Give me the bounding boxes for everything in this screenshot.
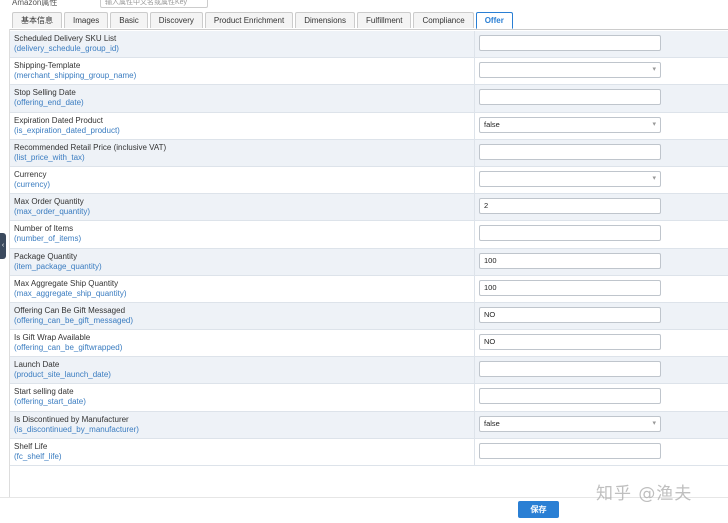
- attribute-name: Shelf Life: [14, 441, 48, 451]
- tab-fulfillment[interactable]: Fulfillment: [356, 12, 412, 28]
- tab-discovery[interactable]: Discovery: [149, 12, 203, 28]
- attribute-key: (offering_can_be_giftwrapped): [14, 343, 123, 353]
- attribute-name: Is Discontinued by Manufacturer: [14, 414, 129, 424]
- attribute-key: (offering_start_date): [14, 397, 86, 407]
- attribute-select[interactable]: false: [479, 415, 661, 432]
- attribute-input[interactable]: NO: [479, 306, 661, 323]
- column-divider: [474, 139, 475, 166]
- save-button[interactable]: 保存: [518, 501, 559, 518]
- attribute-name: Scheduled Delivery SKU List: [14, 34, 117, 43]
- attribute-name: Max Aggregate Ship Quantity: [14, 278, 119, 288]
- attribute-input[interactable]: NO: [479, 334, 661, 351]
- attribute-row: Launch Date (product_site_launch_date): [10, 357, 728, 385]
- attribute-key: (offering_end_date): [14, 98, 84, 108]
- attribute-input[interactable]: [479, 442, 661, 459]
- tab-basic-info[interactable]: 基本信息: [12, 12, 62, 28]
- attribute-row: Start selling date (offering_start_date): [10, 384, 728, 412]
- attribute-input[interactable]: [479, 89, 661, 106]
- attribute-key: (currency): [14, 179, 51, 189]
- attribute-row: Package Quantity (item_package_quantity) 1…: [10, 248, 728, 276]
- attribute-name: Expiration Dated Product: [14, 115, 103, 125]
- column-divider: [474, 85, 475, 112]
- attribute-row: Stop Selling Date (offering_end_date): [10, 85, 728, 113]
- tab-compliance[interactable]: Compliance: [413, 12, 474, 28]
- attribute-key: (offering_can_be_gift_messaged): [14, 315, 134, 325]
- column-divider: [474, 302, 475, 330]
- attribute-table: Scheduled Delivery SKU List (delivery_sch…: [10, 31, 728, 466]
- attribute-search-input[interactable]: 输入属性中文名或属性Key: [100, 0, 208, 8]
- attribute-key: (list_price_with_tax): [14, 152, 85, 162]
- attribute-name: Is Gift Wrap Available: [14, 333, 91, 343]
- tab-product-enrichment[interactable]: Product Enrichment: [204, 12, 294, 28]
- attribute-header: Amazon属性 输入属性中文名或属性Key: [0, 0, 728, 11]
- tab-bar: 基本信息 Images Basic Discovery Product Enrichme…: [12, 12, 513, 29]
- attribute-input[interactable]: 100: [479, 279, 661, 296]
- attribute-name: Shipping-Template: [14, 61, 81, 71]
- attribute-input[interactable]: [479, 143, 661, 160]
- attribute-name: Currency: [14, 169, 47, 179]
- attribute-input[interactable]: 2: [479, 198, 661, 215]
- attribute-row: Number of Items (number_of_items): [10, 221, 728, 249]
- attribute-key: (max_aggregate_ship_quantity): [14, 288, 127, 298]
- attribute-row: Shipping-Template (merchant_shipping_grou…: [10, 58, 728, 86]
- column-divider: [474, 248, 475, 275]
- attribute-input[interactable]: [479, 388, 661, 405]
- attribute-row: Max Aggregate Ship Quantity (max_aggregat…: [10, 275, 728, 303]
- attribute-select[interactable]: false: [479, 116, 661, 133]
- column-divider: [474, 31, 475, 58]
- attribute-row: Is Gift Wrap Available (offering_can_be_g…: [10, 330, 728, 358]
- attribute-key: (is_discontinued_by_manufacturer): [14, 424, 139, 434]
- attribute-name: Offering Can Be Gift Messaged: [14, 305, 126, 315]
- column-divider: [474, 58, 475, 85]
- tab-basic[interactable]: Basic: [110, 12, 148, 28]
- attribute-row: Currency (currency): [10, 166, 728, 195]
- attribute-key: (delivery_schedule_group_id): [14, 44, 119, 53]
- attribute-key: (item_package_quantity): [14, 261, 102, 271]
- attribute-label: Amazon属性: [12, 0, 58, 7]
- column-divider: [474, 194, 475, 221]
- tab-images[interactable]: Images: [64, 12, 109, 28]
- attribute-name: Number of Items: [14, 224, 74, 234]
- column-divider: [474, 384, 475, 411]
- watermark: 知乎 @渔夫: [596, 484, 693, 504]
- attribute-row: Shelf Life (fc_shelf_life): [10, 438, 728, 466]
- collapse-handle-icon[interactable]: ‹: [0, 233, 6, 259]
- attribute-key: (merchant_shipping_group_name): [14, 71, 137, 81]
- attribute-name: Recommended Retail Price (inclusive VAT): [14, 142, 167, 152]
- attribute-row: Recommended Retail Price (inclusive VAT)…: [10, 139, 728, 167]
- attribute-input[interactable]: 100: [479, 252, 661, 269]
- attribute-input[interactable]: [479, 361, 661, 378]
- attribute-name: Start selling date: [14, 387, 74, 397]
- attribute-row: Offering Can Be Gift Messaged (offering_c…: [10, 302, 728, 331]
- column-divider: [474, 166, 475, 194]
- attribute-input[interactable]: [479, 225, 661, 242]
- attribute-input[interactable]: [479, 35, 661, 51]
- column-divider: [474, 411, 475, 438]
- column-divider: [474, 357, 475, 384]
- column-divider: [474, 438, 475, 465]
- column-divider: [474, 330, 475, 357]
- attribute-select[interactable]: [479, 170, 661, 187]
- attribute-key: (number_of_items): [14, 234, 82, 244]
- attribute-key: (fc_shelf_life): [14, 451, 62, 461]
- attribute-key: (max_order_quantity): [14, 207, 91, 217]
- column-divider: [474, 221, 475, 248]
- column-divider: [474, 112, 475, 139]
- attribute-name: Stop Selling Date: [14, 88, 76, 98]
- column-divider: [474, 275, 475, 302]
- attribute-select[interactable]: [479, 62, 661, 79]
- attribute-key: (product_site_launch_date): [14, 370, 111, 380]
- attribute-name: Package Quantity: [14, 251, 78, 261]
- attribute-row: Is Discontinued by Manufacturer (is_disco…: [10, 411, 728, 439]
- attribute-row: Expiration Dated Product (is_expiration_d…: [10, 112, 728, 140]
- attribute-name: Launch Date: [14, 360, 60, 370]
- tab-dimensions[interactable]: Dimensions: [295, 12, 355, 28]
- attribute-name: Max Order Quantity: [14, 197, 84, 207]
- attribute-row: Scheduled Delivery SKU List (delivery_sch…: [10, 31, 728, 59]
- tab-offer[interactable]: Offer: [475, 12, 513, 29]
- attribute-key: (is_expiration_dated_product): [14, 125, 120, 135]
- tab-divider: [10, 29, 728, 30]
- attribute-row: Max Order Quantity (max_order_quantity) 2: [10, 194, 728, 222]
